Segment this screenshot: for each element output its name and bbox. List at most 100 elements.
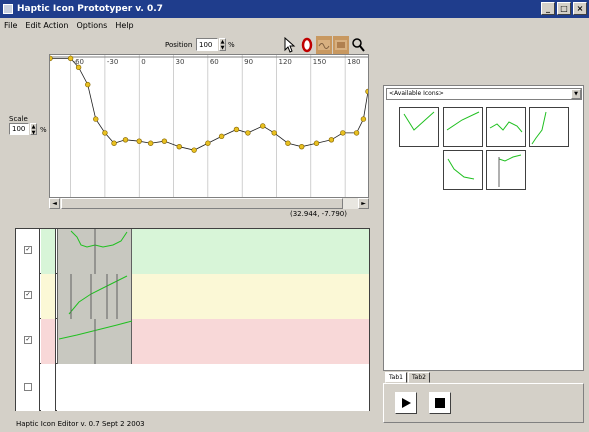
control-point[interactable]: [360, 116, 367, 122]
axis-tick-label: 60: [210, 58, 219, 66]
axis-tick-label: 150: [313, 58, 326, 66]
pattern-tool-button[interactable]: [333, 36, 349, 54]
control-point[interactable]: [67, 55, 74, 62]
icon-6-thumbnail: [498, 154, 522, 187]
menu-edit-action[interactable]: Edit Action: [25, 21, 68, 30]
control-point[interactable]: [122, 137, 129, 143]
scroll-thumb[interactable]: [61, 198, 343, 209]
control-point[interactable]: [111, 140, 117, 146]
track-3-checkbox[interactable]: ✓: [24, 336, 32, 344]
control-point[interactable]: [161, 138, 168, 144]
control-point[interactable]: [328, 137, 335, 143]
control-point[interactable]: [245, 130, 251, 136]
scale-input[interactable]: 100: [9, 123, 29, 135]
icon-library-dropdown[interactable]: <Available Icons> ▼: [386, 88, 582, 100]
dropdown-value: <Available Icons>: [389, 90, 444, 97]
stop-button[interactable]: [429, 392, 451, 414]
menu-file[interactable]: File: [4, 21, 17, 30]
track-waveform: [58, 319, 133, 364]
menu-options[interactable]: Options: [76, 21, 107, 30]
track-row[interactable]: [16, 364, 369, 411]
position-label: Position: [165, 41, 193, 49]
control-point[interactable]: [75, 64, 82, 71]
control-point[interactable]: [260, 123, 266, 129]
library-icon-6[interactable]: [486, 150, 526, 190]
control-point[interactable]: [218, 133, 225, 140]
menu-help[interactable]: Help: [115, 21, 133, 30]
wave-tool-icon: [318, 40, 330, 50]
track-row[interactable]: ✓: [16, 274, 369, 319]
track-list: ✓ ✓ ✓: [15, 228, 370, 411]
library-icon-4[interactable]: [529, 107, 569, 147]
icon-1-thumbnail: [403, 111, 435, 131]
control-point[interactable]: [298, 143, 305, 150]
control-point[interactable]: [85, 81, 91, 88]
app-icon: [3, 4, 13, 14]
axis-tick-label: 0: [141, 58, 145, 66]
record-tool-button[interactable]: [299, 36, 315, 54]
close-button[interactable]: ×: [573, 2, 587, 15]
control-point[interactable]: [191, 147, 197, 153]
scroll-left-button[interactable]: ◄: [49, 198, 60, 209]
axis-tick-label: 30: [176, 58, 185, 66]
control-point[interactable]: [136, 138, 142, 144]
magnifier-icon: [352, 38, 365, 52]
play-icon: [402, 398, 411, 408]
control-point[interactable]: [233, 126, 240, 133]
track-2-checkbox[interactable]: ✓: [24, 291, 32, 299]
track-waveform: [68, 274, 128, 319]
waveform-tool-button[interactable]: [316, 36, 332, 54]
track-1-checkbox[interactable]: ✓: [24, 246, 32, 254]
waveform-editor[interactable]: -60 -30 0 30 60 90 120 150 180: [47, 54, 371, 198]
control-point[interactable]: [147, 140, 154, 146]
position-spinner[interactable]: ▲ ▼: [219, 38, 226, 51]
track-4-checkbox[interactable]: [24, 383, 32, 391]
control-point[interactable]: [340, 130, 346, 136]
axis-tick-label: 120: [278, 58, 291, 66]
pattern-tool-icon: [335, 40, 347, 50]
control-point[interactable]: [313, 140, 320, 146]
waveform-plot[interactable]: -60 -30 0 30 60 90 120 150 180: [47, 55, 371, 197]
control-point[interactable]: [205, 140, 211, 146]
control-point[interactable]: [285, 140, 291, 146]
status-bar: Haptic Icon Editor v. 0.7 Sept 2 2003: [16, 420, 145, 428]
track-row[interactable]: ✓: [16, 229, 369, 274]
scale-spinner[interactable]: ▲ ▼: [30, 123, 37, 136]
axis-tick-label: 180: [347, 58, 360, 66]
library-icon-5[interactable]: [443, 150, 483, 190]
track-row[interactable]: ✓: [16, 319, 369, 364]
scroll-right-button[interactable]: ►: [358, 198, 369, 209]
library-icon-1[interactable]: [399, 107, 439, 147]
tab-2[interactable]: Tab2: [407, 372, 430, 383]
control-point[interactable]: [176, 143, 182, 150]
scale-label: Scale: [9, 115, 28, 123]
track-waveform: [70, 229, 128, 274]
stop-icon: [435, 398, 445, 408]
icon-5-thumbnail: [447, 158, 475, 180]
editor-scrollbar[interactable]: ◄ ►: [49, 198, 369, 209]
library-icon-3[interactable]: [486, 107, 526, 147]
axis-tick-label: -30: [107, 58, 118, 66]
library-icon-2[interactable]: [443, 107, 483, 147]
position-input[interactable]: 100: [196, 38, 218, 51]
menu-bar: File Edit Action Options Help: [0, 18, 589, 32]
waveform-line: [50, 57, 369, 151]
control-point[interactable]: [102, 130, 108, 136]
icon-3-thumbnail: [489, 121, 523, 133]
dropdown-arrow-icon[interactable]: ▼: [571, 89, 581, 99]
axis-tick-label: 90: [244, 58, 253, 66]
control-point[interactable]: [353, 130, 360, 136]
zoom-tool-button[interactable]: [350, 36, 366, 54]
control-point[interactable]: [47, 55, 53, 62]
scale-unit: %: [40, 126, 47, 134]
tab-1[interactable]: Tab1: [385, 372, 407, 383]
tab-strip: Tab1 Tab2: [385, 372, 430, 383]
control-point[interactable]: [271, 130, 277, 136]
control-point[interactable]: [365, 88, 371, 95]
select-tool-button[interactable]: [282, 36, 298, 54]
maximize-button[interactable]: □: [557, 2, 571, 15]
control-point[interactable]: [93, 116, 99, 122]
play-button[interactable]: [395, 392, 417, 414]
window-title: Haptic Icon Prototyper v. 0.7: [17, 4, 163, 14]
minimize-button[interactable]: _: [541, 2, 555, 15]
